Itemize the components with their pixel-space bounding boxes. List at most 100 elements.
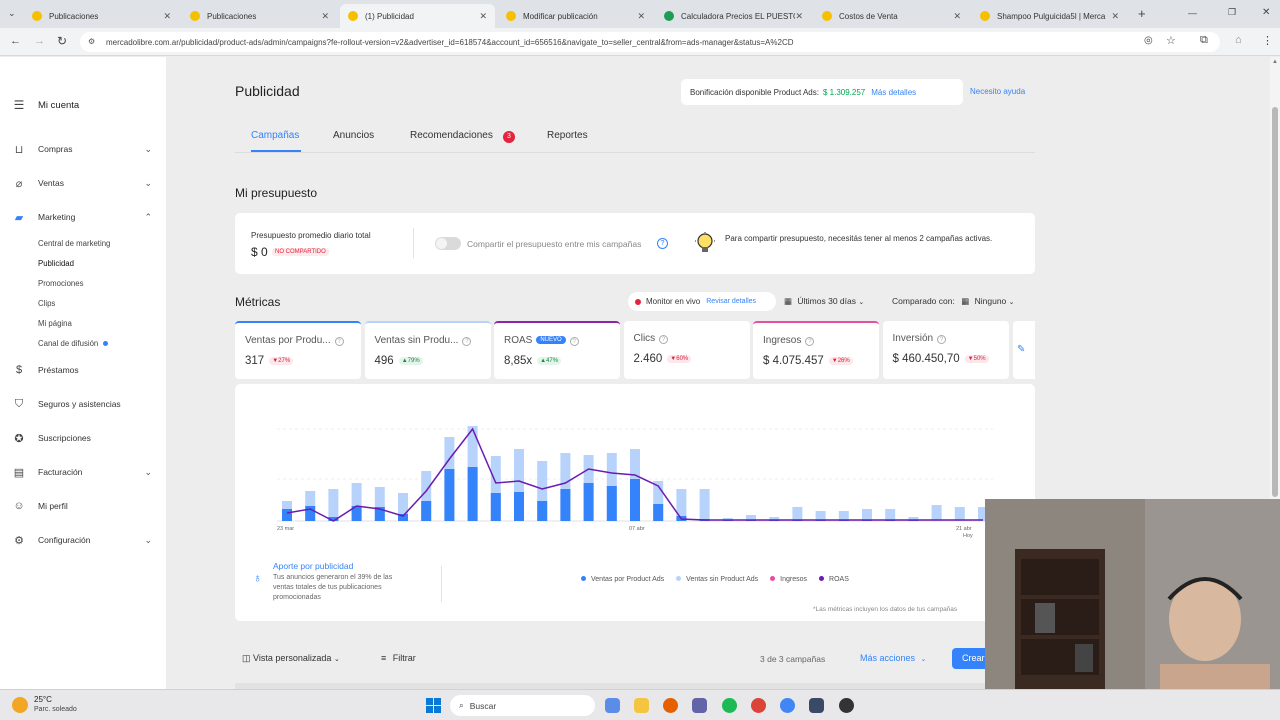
bar-ventas-por-product-ads[interactable] [653,504,664,521]
scrollbar-thumb[interactable] [1272,107,1278,497]
bar-ventas-por-product-ads[interactable] [282,509,292,521]
tab-close-icon[interactable]: ✕ [479,11,487,22]
page-scrollbar[interactable]: ▲ [1270,57,1280,499]
chrome-icon[interactable] [751,698,766,713]
tab-close-icon[interactable]: ✕ [953,11,961,22]
sidebar-item[interactable]: ⊔ Compras ⌄ [12,141,152,157]
tab-close-icon[interactable]: ✕ [1111,11,1119,22]
bar-ventas-por-product-ads[interactable] [583,483,594,521]
menu-icon[interactable]: ⋮ [1262,34,1273,47]
bar-ventas-sin-product-ads[interactable] [954,507,965,521]
copilot-icon[interactable] [605,698,620,713]
minimize-icon[interactable]: — [1188,8,1197,18]
sidebar-item[interactable]: ☺ Mi perfil [12,498,152,514]
sidebar-account[interactable]: ☰ Mi cuenta [12,97,152,113]
eye-off-icon[interactable]: ◎ [1144,35,1153,46]
tab-search-icon[interactable]: ⌄ [8,8,16,19]
more-actions-button[interactable]: Más acciones ⌄ [860,653,926,663]
forward-icon[interactable]: → [34,35,45,47]
site-info-icon[interactable]: ⚙ [88,37,95,46]
sidebar-item[interactable]: ▰ Marketing ⌃ [12,209,152,225]
taskbar-search[interactable]: ⌕ Buscar [450,695,595,716]
filter-button[interactable]: ≡ Filtrar [381,653,416,663]
bar-ventas-por-product-ads[interactable] [490,493,501,521]
chrome-active-icon[interactable] [780,698,795,713]
tab-close-icon[interactable]: ✕ [321,11,329,22]
help-icon[interactable]: ? [569,337,579,346]
sidebar-item[interactable]: ▤ Facturación ⌄ [12,464,152,480]
profile-icon[interactable]: ⌂ [1235,34,1242,46]
metric-card[interactable]: Clics? 2.460 ▼60% [623,321,750,379]
teams-icon[interactable] [692,698,707,713]
back-icon[interactable]: ← [10,35,21,47]
sidebar-item[interactable]: $ Préstamos [12,362,152,378]
sidebar-subitem[interactable]: Promociones [38,279,84,288]
legend-item[interactable]: Ventas por Product Ads [581,576,664,583]
legend-item[interactable]: ROAS [819,576,849,583]
firefox-icon[interactable] [663,698,678,713]
sidebar-item[interactable]: ✪ Suscripciones [12,430,152,446]
tab-reportes[interactable]: Reportes [547,130,588,141]
sidebar-item[interactable]: ⛉ Seguros y asistencias [12,396,152,412]
help-icon[interactable]: ? [659,335,669,344]
bar-ventas-por-product-ads[interactable] [444,469,455,521]
metric-card[interactable]: ROAS NUEVO? 8,85x ▲47% [494,321,620,379]
sidebar-item[interactable]: ⚙ Configuración ⌄ [12,532,152,548]
bar-ventas-por-product-ads[interactable] [514,492,524,521]
bar-ventas-sin-product-ads[interactable] [328,489,339,521]
bar-ventas-sin-product-ads[interactable] [885,509,896,521]
spotify-icon[interactable] [722,698,737,713]
bar-ventas-por-product-ads[interactable] [467,467,478,521]
sidebar-item[interactable]: ⌀ Ventas ⌄ [12,175,152,191]
tab-close-icon[interactable]: ✕ [795,11,803,22]
tab-close-icon[interactable]: ✕ [637,11,645,22]
bar-ventas-por-product-ads[interactable] [560,489,571,521]
sidebar-subitem[interactable]: Mi página [38,319,72,328]
obs-icon[interactable] [839,698,854,713]
bar-ventas-por-product-ads[interactable] [421,501,432,521]
browser-tab[interactable]: Publicaciones ✕ [182,4,337,28]
edit-metrics-icon[interactable]: ✎ [1017,344,1025,355]
bonus-details-link[interactable]: Más detalles [871,88,916,97]
sidebar-subitem[interactable]: Canal de difusión [38,339,109,348]
close-icon[interactable]: ✕ [1262,7,1270,18]
new-tab-button[interactable]: + [1138,6,1146,21]
sidebar-subitem[interactable]: Central de marketing [38,239,110,248]
live-monitor-link[interactable]: Revisar detalles [706,298,756,305]
share-budget-toggle[interactable] [435,237,461,250]
bar-ventas-por-product-ads[interactable] [630,479,640,521]
period-selector[interactable]: ▦ Últimos 30 días ⌄ [784,296,864,307]
chevron-icon[interactable]: ⌃ [144,212,152,223]
sidebar-subitem[interactable]: Clips [38,299,55,308]
compare-selector[interactable]: Comparado con: ▦ Ninguno ⌄ [892,296,1015,307]
chevron-icon[interactable]: ⌄ [144,178,152,189]
help-icon[interactable]: ? [334,337,344,346]
help-link[interactable]: Necesito ayuda [970,87,1025,96]
help-icon[interactable]: ? [937,335,947,344]
scrollbar-up-icon[interactable]: ▲ [1272,59,1278,65]
bar-ventas-sin-product-ads[interactable] [931,505,942,521]
app-icon[interactable] [809,698,824,713]
browser-tab[interactable]: Costos de Venta ✕ [814,4,969,28]
tab-recomendaciones[interactable]: Recomendaciones [410,130,493,141]
bar-ventas-sin-product-ads[interactable] [862,509,872,521]
extensions-icon[interactable]: ⧉ [1200,34,1208,47]
tab-campanas[interactable]: Campañas [251,130,299,141]
url-field[interactable]: ⚙ mercadolibre.com.ar/publicidad/product… [80,32,1220,52]
chevron-icon[interactable]: ⌄ [144,535,152,546]
bar-ventas-sin-product-ads[interactable] [792,507,803,521]
browser-tab[interactable]: Publicaciones ✕ [24,4,179,28]
tab-close-icon[interactable]: ✕ [163,11,171,22]
browser-tab[interactable]: Modificar publicación ✕ [498,4,653,28]
browser-tab[interactable]: Calculadora Precios EL PUESTO ✕ [656,4,811,28]
view-selector[interactable]: ◫ Vista personalizada ⌄ [242,653,340,664]
bar-ventas-por-product-ads[interactable] [537,501,548,521]
start-icon[interactable] [426,698,441,713]
contribution-title[interactable]: Aporte por publicidad [273,561,353,571]
chevron-icon[interactable]: ⌄ [144,467,152,478]
browser-tab[interactable]: Shampoo Pulguicida5l | Merca ✕ [972,4,1127,28]
browser-tab[interactable]: (1) Publicidad ✕ [340,4,495,28]
file-explorer-icon[interactable] [634,698,649,713]
metric-card[interactable]: Ventas sin Produ...? 496 ▲79% [364,321,491,379]
legend-item[interactable]: Ingresos [770,576,807,583]
